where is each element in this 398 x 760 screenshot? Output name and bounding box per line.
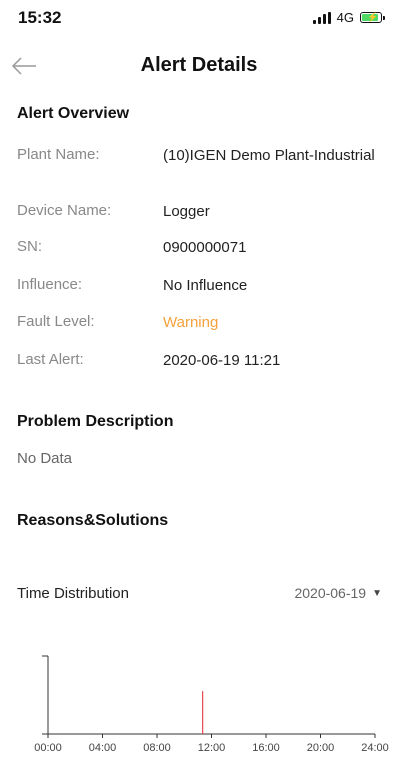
- plant-name-value: (10)IGEN Demo Plant-Industrial: [163, 147, 375, 164]
- influence-value: No Influence: [163, 277, 248, 294]
- x-tick-label: 04:00: [89, 742, 117, 754]
- signal-icon: [312, 11, 331, 24]
- x-tick-label: 20:00: [307, 742, 335, 754]
- influence-label: Influence:: [17, 276, 83, 293]
- status-time: 15:32: [18, 8, 62, 27]
- sn-label: SN:: [17, 238, 43, 255]
- problem-description-title: Problem Description: [17, 413, 174, 430]
- caret-down-icon: ▼: [372, 587, 382, 599]
- sn-value: 0900000071: [163, 239, 247, 256]
- problem-description-text: No Data: [17, 450, 73, 467]
- status-indicators: 4G ⚡: [312, 10, 385, 25]
- x-tick-label: 24:00: [361, 742, 389, 754]
- x-tick-label: 12:00: [198, 742, 226, 754]
- x-tick-label: 16:00: [252, 742, 280, 754]
- nav-bar: Alert Details: [0, 46, 398, 86]
- fault-level-label: Fault Level:: [17, 313, 95, 330]
- device-name-label: Device Name:: [17, 202, 112, 219]
- plant-name-label: Plant Name:: [17, 146, 100, 163]
- alert-overview-title: Alert Overview: [17, 105, 130, 122]
- battery-icon: ⚡: [360, 12, 385, 23]
- time-distribution-title: Time Distribution: [17, 585, 129, 602]
- reasons-solutions-title: Reasons&Solutions: [17, 512, 169, 529]
- fault-level-value: Warning: [163, 314, 219, 331]
- last-alert-value: 2020-06-19 11:21: [163, 352, 281, 369]
- network-type: 4G: [336, 10, 354, 25]
- status-bar: 15:32 4G ⚡: [0, 0, 398, 36]
- date-dropdown-value: 2020-06-19: [294, 585, 367, 601]
- x-tick-label: 08:00: [143, 742, 171, 754]
- time-distribution-chart: 00:00 04:00 08:00 12:00 16:00 20:00 24:00: [34, 655, 389, 754]
- date-dropdown[interactable]: 2020-06-19 ▼: [294, 585, 382, 601]
- x-tick-label: 00:00: [34, 742, 62, 754]
- device-name-value: Logger: [163, 203, 210, 220]
- page-title: Alert Details: [140, 54, 258, 76]
- last-alert-label: Last Alert:: [17, 351, 84, 368]
